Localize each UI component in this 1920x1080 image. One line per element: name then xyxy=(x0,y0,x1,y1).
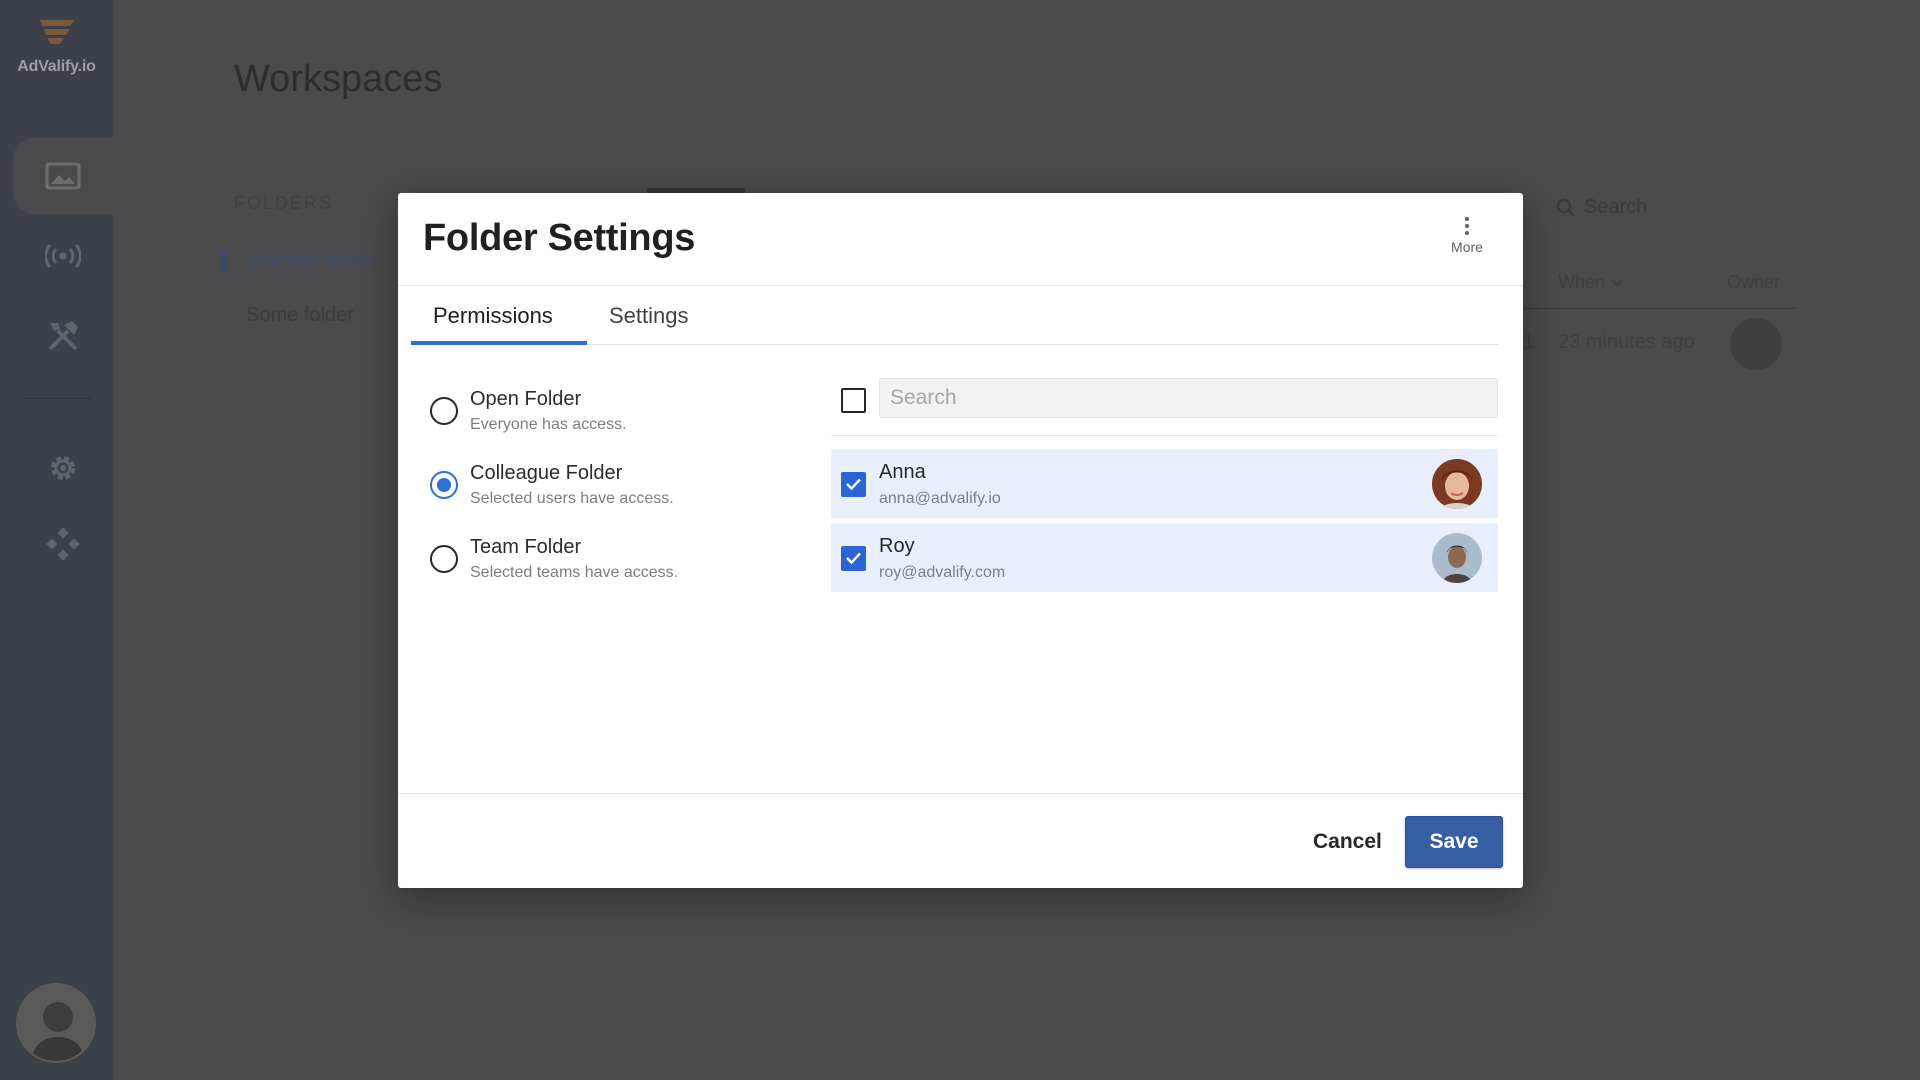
broadcast-icon xyxy=(45,243,81,269)
sidebar-divider xyxy=(22,398,92,399)
user-name: Anna xyxy=(879,461,926,483)
folders-heading: FOLDERS xyxy=(234,193,334,213)
footer-divider xyxy=(398,793,1523,794)
user-avatar-anna xyxy=(1432,459,1482,509)
search-icon xyxy=(1556,198,1575,217)
row-owner-avatar xyxy=(1730,318,1782,370)
radio-open-folder[interactable] xyxy=(430,397,458,425)
column-when-label: When xyxy=(1558,272,1606,292)
option-colleague-folder[interactable]: Colleague Folder Selected users have acc… xyxy=(430,460,674,508)
user-email: roy@advalify.com xyxy=(879,564,1006,581)
tools-icon xyxy=(48,321,78,351)
folder-settings-dialog: Folder Settings More Permissions Setting… xyxy=(398,193,1523,888)
user-avatar[interactable] xyxy=(16,983,96,1063)
user-avatar-roy xyxy=(1432,533,1482,583)
background-search-placeholder: Search xyxy=(1584,196,1648,218)
dialog-title: Folder Settings xyxy=(423,217,696,259)
radio-team-folder[interactable] xyxy=(430,545,458,573)
chevron-down-icon xyxy=(1611,279,1623,287)
column-when[interactable]: When xyxy=(1558,272,1624,293)
user-name: Roy xyxy=(879,535,915,557)
option-open-folder[interactable]: Open Folder Everyone has access. xyxy=(430,386,627,434)
logo-icon xyxy=(39,20,74,44)
folder-item-some[interactable]: Some folder xyxy=(222,304,422,327)
save-button[interactable]: Save xyxy=(1405,816,1503,868)
option-label: Colleague Folder xyxy=(470,462,623,484)
radio-colleague-folder[interactable] xyxy=(430,471,458,499)
user-row-anna[interactable]: Anna anna@advalify.io xyxy=(831,449,1498,520)
dialog-tabs: Permissions Settings xyxy=(411,303,1498,345)
row-when: 23 minutes ago xyxy=(1558,331,1695,353)
sidebar-item-settings[interactable] xyxy=(13,430,113,506)
option-team-folder[interactable]: Team Folder Selected teams have access. xyxy=(430,534,678,582)
integrations-icon xyxy=(46,527,80,561)
image-icon xyxy=(45,162,81,190)
more-vertical-icon xyxy=(1465,217,1469,235)
user-search-input[interactable] xyxy=(879,378,1498,418)
more-label: More xyxy=(1451,239,1483,255)
app-sidebar: AdValify.io xyxy=(0,0,113,1080)
option-label: Team Folder xyxy=(470,536,582,558)
brand-logo[interactable]: AdValify.io xyxy=(0,18,113,76)
user-checkbox[interactable] xyxy=(841,472,866,497)
more-button[interactable]: More xyxy=(1441,217,1493,255)
user-row-roy[interactable]: Roy roy@advalify.com xyxy=(831,523,1498,594)
cancel-button[interactable]: Cancel xyxy=(1301,816,1394,868)
check-icon xyxy=(846,552,861,565)
check-icon xyxy=(846,478,861,491)
tab-permissions[interactable]: Permissions xyxy=(411,303,587,345)
option-description: Everyone has access. xyxy=(470,416,627,433)
avatar-icon xyxy=(1432,459,1482,509)
sidebar-item-broadcast[interactable] xyxy=(13,218,113,294)
tab-settings[interactable]: Settings xyxy=(587,303,711,345)
option-description: Selected users have access. xyxy=(470,490,674,507)
list-divider xyxy=(831,435,1498,436)
page-title: Workspaces xyxy=(234,58,443,100)
header-divider xyxy=(398,285,1523,286)
sidebar-item-tools[interactable] xyxy=(13,298,113,374)
user-checkbox[interactable] xyxy=(841,546,866,571)
avatar-icon xyxy=(1432,533,1482,583)
column-owner[interactable]: Owner xyxy=(1727,272,1780,293)
background-search[interactable]: Search xyxy=(1556,196,1647,219)
brand-name: AdValify.io xyxy=(17,58,96,75)
option-description: Selected teams have access. xyxy=(470,564,679,581)
sidebar-item-media[interactable] xyxy=(13,138,113,214)
folder-item-another[interactable]: Another folder xyxy=(222,250,422,273)
user-email: anna@advalify.io xyxy=(879,490,1001,507)
row-count: 1 xyxy=(1523,331,1535,353)
avatar-icon xyxy=(18,985,94,1061)
option-label: Open Folder xyxy=(470,388,582,410)
gear-icon xyxy=(51,456,75,480)
table-header-divider xyxy=(1480,308,1796,309)
sidebar-item-integrations[interactable] xyxy=(13,506,113,582)
select-all-checkbox[interactable] xyxy=(841,388,866,413)
